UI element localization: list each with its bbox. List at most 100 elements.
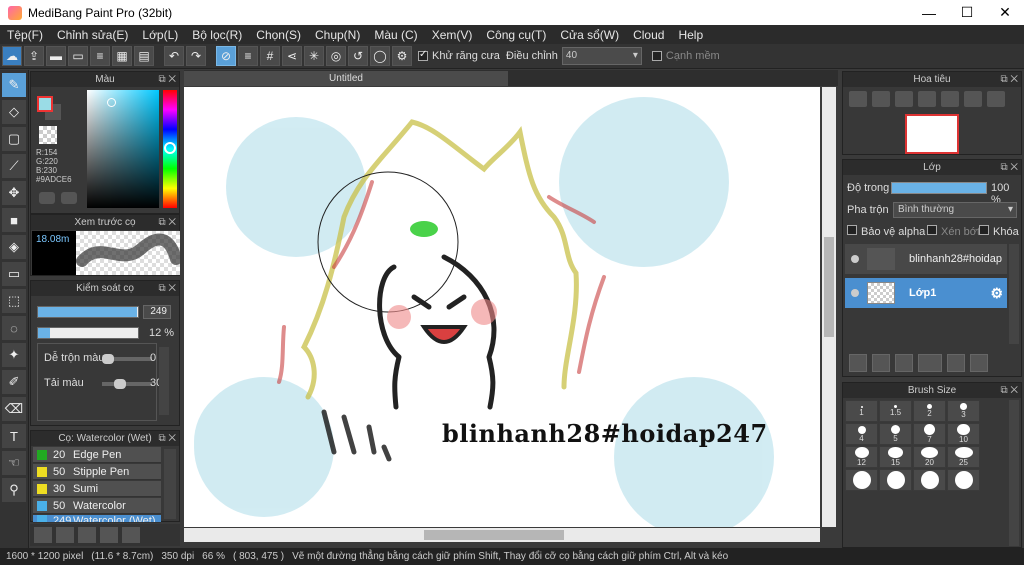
ellipse-snap-icon[interactable]: ◯ [370,46,390,66]
rectangle-tool-icon[interactable]: ▢ [2,127,26,151]
menu-capture[interactable]: Chụp(N) [308,28,367,42]
brush-size-cell[interactable]: 20 [913,446,946,468]
brush-size-cell[interactable]: 15 [879,446,912,468]
protect-alpha-option[interactable]: Bảo vệ alpha [847,225,925,238]
brush-size-cell[interactable]: 4 [845,423,878,445]
panel-controls-icon[interactable]: ⧉ ✕ [1000,160,1018,175]
zoom-out-icon[interactable] [918,91,936,107]
layer-scrollbar[interactable] [1009,244,1019,344]
hand-tool-icon[interactable]: ☜ [2,451,26,475]
visibility-icon[interactable] [851,255,859,263]
concentric-snap-icon[interactable]: ◎ [326,46,346,66]
brush-item[interactable]: 50 Watercolor [33,498,161,514]
menu-color[interactable]: Màu (C) [367,28,424,42]
magic-wand-tool-icon[interactable]: ✦ [2,343,26,367]
eraser-tool-icon[interactable]: ◇ [2,100,26,124]
fullscreen-icon[interactable] [964,91,982,107]
parallel-snap-icon[interactable]: ≡ [238,46,258,66]
new-8bit-layer-icon[interactable] [895,354,913,372]
layer-settings-icon[interactable]: ⚙ [990,285,1003,302]
panel-controls-icon[interactable]: ⧉ ✕ [158,431,176,446]
brush-size-bar[interactable] [37,306,139,318]
panel-controls-icon[interactable]: ⧉ ✕ [1000,383,1018,398]
chat-icon[interactable]: ▭ [68,46,88,66]
snap-off-icon[interactable]: ⊘ [216,46,236,66]
brush-item-selected[interactable]: 249 Watercolor (Wet) [33,515,161,523]
close-button[interactable]: ✕ [986,0,1024,25]
brush-size-cell[interactable] [947,469,980,491]
sv-picker-handle[interactable] [107,98,116,107]
lasso-tool-icon[interactable]: ◌ [2,316,26,340]
comment-icon[interactable]: ▬ [46,46,66,66]
menu-layer[interactable]: Lớp(L) [135,28,185,42]
move-tool-icon[interactable]: ✥ [2,181,26,205]
hue-slider[interactable] [163,90,177,208]
zoom-fit-icon[interactable] [872,91,890,107]
brush-size-scrollbar[interactable] [1009,400,1019,546]
layer-item[interactable]: blinhanh28#hoidap [845,244,1007,274]
control-scrollbar[interactable] [159,347,169,415]
settings-icon[interactable]: ⚙ [392,46,412,66]
minimize-button[interactable]: — [910,0,948,25]
eyedropper-tool-icon[interactable]: ⚲ [2,478,26,502]
navigator-thumbnail[interactable] [905,114,959,154]
radial-snap-icon[interactable]: ⋖ [282,46,302,66]
panel-controls-icon[interactable]: ⧉ ✕ [1000,72,1018,87]
panel-controls-icon[interactable]: ⧉ ✕ [158,72,176,87]
menu-edit[interactable]: Chỉnh sửa(E) [50,28,135,42]
menu-file[interactable]: Tệp(F) [0,28,50,42]
color-wheel-icon[interactable] [39,192,55,204]
smooth-checkbox[interactable] [651,51,662,61]
brush-size-cell[interactable]: 10 [947,423,980,445]
brush-folder-icon[interactable] [122,527,140,543]
paint-amount-slider-handle[interactable] [114,379,126,389]
duplicate-layer-icon[interactable] [970,354,988,372]
rotate-left-icon[interactable] [941,91,959,107]
bucket-tool-icon[interactable]: ◈ [2,235,26,259]
canvas-hscroll-thumb[interactable] [424,530,564,540]
panel-controls-icon[interactable]: ⧉ ✕ [158,215,176,230]
antialias-checkbox[interactable] [418,49,428,61]
protect-alpha-checkbox[interactable] [847,225,857,235]
menu-select[interactable]: Chọn(S) [249,28,308,42]
dot-tool-icon[interactable]: ⟋ [2,154,26,178]
brush-size-cell[interactable]: 12 [845,446,878,468]
brush-size-cell[interactable]: 25 [947,446,980,468]
brush-size-cell[interactable]: 1.5 [879,400,912,422]
rotate-right-icon[interactable] [987,91,1005,107]
grid-icon[interactable]: ▤ [134,46,154,66]
brush-item[interactable]: 50 Stipple Pen [33,464,161,480]
layer-item-selected[interactable]: Lớp1 ⚙ [845,278,1007,308]
blend-slider[interactable] [102,354,152,364]
panel-controls-icon[interactable]: ⧉ ✕ [158,281,176,296]
select-pen-tool-icon[interactable]: ✐ [2,370,26,394]
layer-opacity-bar[interactable] [891,182,987,194]
hue-slider-handle[interactable] [164,142,176,154]
document-icon[interactable]: ≡ [90,46,110,66]
saturation-value-picker[interactable] [87,90,159,208]
canvas-vertical-scrollbar[interactable] [822,87,836,527]
brush-list-scrollbar[interactable] [164,449,176,519]
brush-size-value[interactable]: 249 [143,305,171,319]
menu-tools[interactable]: Công cụ(T) [479,28,553,42]
lock-option[interactable]: Khóa [979,225,1019,238]
cloud-upload-icon[interactable]: ☁ [2,46,22,66]
grid-snap-icon[interactable]: # [260,46,280,66]
drawing-canvas[interactable]: blinhanh28#hoidap247 [184,87,820,527]
select-tool-icon[interactable]: ⬚ [2,289,26,313]
brush-settings-icon[interactable] [100,527,118,543]
select-eraser-tool-icon[interactable]: ⌫ [2,397,26,421]
text-tool-icon[interactable]: T [2,424,26,448]
menu-help[interactable]: Help [671,28,710,42]
menu-view[interactable]: Xem(V) [425,28,480,42]
brush-size-cell[interactable]: 1 [845,400,878,422]
visibility-icon[interactable] [851,289,859,297]
brush-size-cell[interactable]: 7 [913,423,946,445]
brush-size-cell[interactable] [879,469,912,491]
brush-menu-icon[interactable] [78,527,96,543]
brush-size-cell[interactable]: 3 [947,400,980,422]
paint-amount-slider[interactable] [102,379,152,389]
brush-size-cell[interactable] [913,469,946,491]
blend-slider-handle[interactable] [102,354,114,364]
brush-size-cell[interactable]: 2 [913,400,946,422]
